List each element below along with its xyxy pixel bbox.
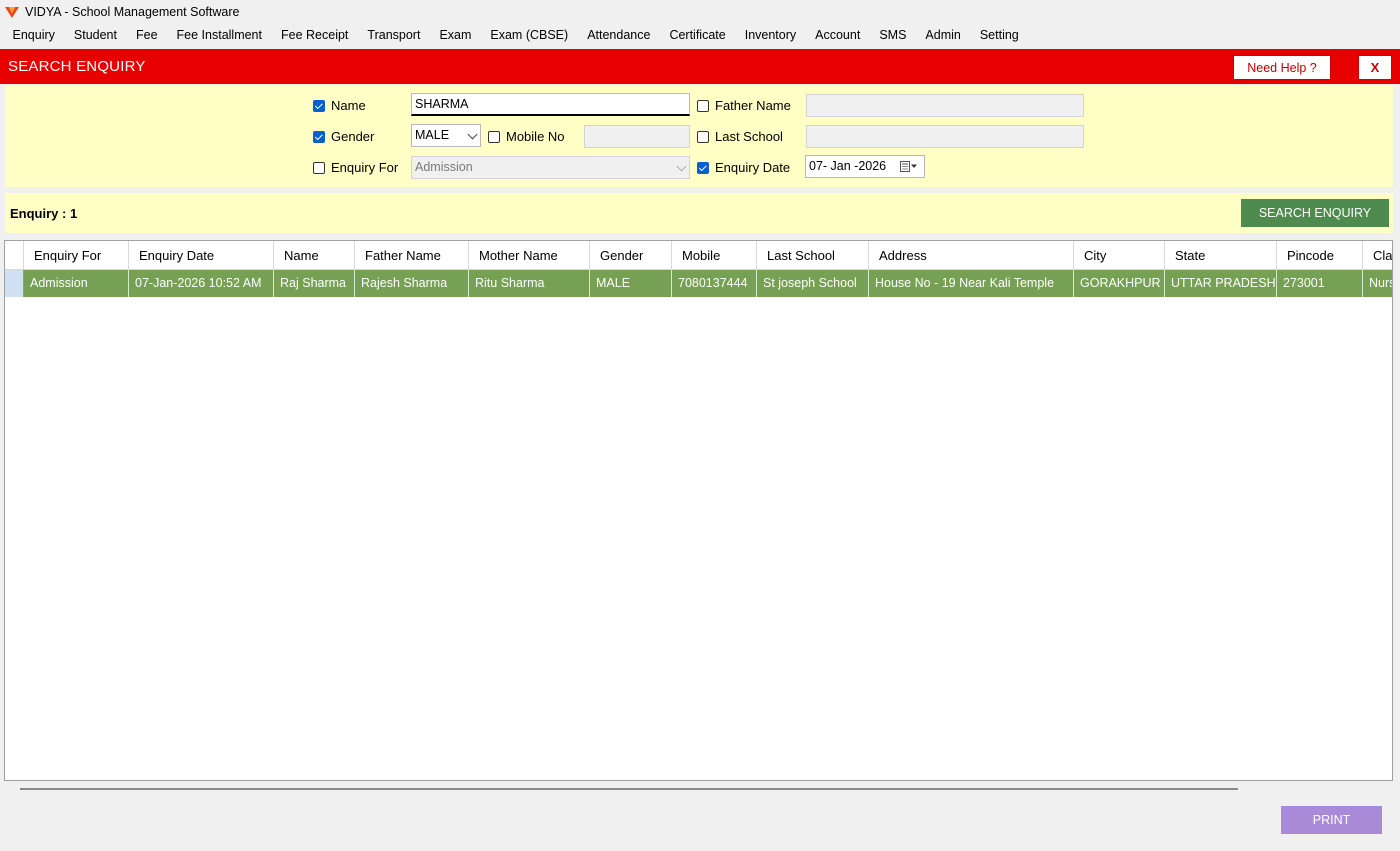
- need-help-button[interactable]: Need Help ?: [1233, 55, 1331, 80]
- name-checkbox[interactable]: Name: [313, 98, 366, 113]
- menu-fee-installment[interactable]: Fee Installment: [167, 23, 271, 48]
- column-header[interactable]: Mobile: [672, 241, 757, 269]
- menu-account[interactable]: Account: [806, 23, 870, 48]
- menu-certificate[interactable]: Certificate: [660, 23, 735, 48]
- window-title: VIDYA - School Management Software: [25, 4, 240, 19]
- column-header[interactable]: Father Name: [355, 241, 469, 269]
- table-cell[interactable]: GORAKHPUR: [1074, 270, 1165, 297]
- gender-checkbox[interactable]: Gender: [313, 129, 374, 144]
- close-button[interactable]: X: [1358, 55, 1392, 80]
- menu-setting[interactable]: Setting: [970, 23, 1028, 48]
- table-cell[interactable]: Rajesh Sharma: [355, 270, 469, 297]
- menu-sms[interactable]: SMS: [870, 23, 916, 48]
- column-header[interactable]: City: [1074, 241, 1165, 269]
- last-school-checkbox[interactable]: Last School: [697, 129, 783, 144]
- mobile-no-input[interactable]: [584, 125, 690, 148]
- calendar-dropdown-icon[interactable]: [900, 161, 918, 172]
- table-cell[interactable]: St joseph School: [757, 270, 869, 297]
- table-header: Enquiry For Enquiry Date Name Father Nam…: [5, 241, 1392, 270]
- menu-inventory[interactable]: Inventory: [735, 23, 805, 48]
- page-title: SEARCH ENQUIRY: [8, 58, 146, 75]
- table-cell[interactable]: 07-Jan-2026 10:52 AM: [129, 270, 274, 297]
- checkbox-checked-icon: [697, 161, 709, 174]
- checkbox-unchecked-icon: [488, 130, 500, 143]
- search-enquiry-button[interactable]: SEARCH ENQUIRY: [1241, 199, 1389, 227]
- print-button[interactable]: PRINT: [1281, 806, 1382, 834]
- enquiry-for-value: Admission: [415, 160, 473, 174]
- filter-panel: Name SHARMA Father Name Gender MALE Mobi…: [5, 86, 1393, 187]
- menu-transport[interactable]: Transport: [358, 23, 430, 48]
- menu-fee-receipt[interactable]: Fee Receipt: [272, 23, 358, 48]
- menu-fee[interactable]: Fee: [126, 23, 167, 48]
- column-header[interactable]: Enquiry Date: [129, 241, 274, 269]
- enquiry-table: Enquiry For Enquiry Date Name Father Nam…: [4, 240, 1393, 781]
- table-cell[interactable]: Nursery: [1363, 270, 1392, 297]
- vidya-logo-icon: [5, 6, 19, 18]
- father-name-input[interactable]: [806, 94, 1084, 117]
- scrollbar-thumb[interactable]: [20, 788, 1238, 790]
- checkbox-checked-icon: [313, 99, 325, 112]
- checkbox-checked-icon: [313, 130, 325, 143]
- name-input[interactable]: SHARMA: [411, 93, 690, 116]
- gender-value: MALE: [415, 128, 450, 142]
- column-header[interactable]: Last School: [757, 241, 869, 269]
- horizontal-scrollbar[interactable]: [4, 781, 1393, 797]
- checkbox-unchecked-icon: [313, 161, 325, 174]
- table-cell[interactable]: Admission: [24, 270, 129, 297]
- enquiry-count: Enquiry : 1: [10, 206, 78, 221]
- column-header[interactable]: Pincode: [1277, 241, 1363, 269]
- table-cell[interactable]: MALE: [590, 270, 672, 297]
- enquiry-date-label: Enquiry Date: [715, 160, 791, 175]
- table-cell[interactable]: Ritu Sharma: [469, 270, 590, 297]
- column-header[interactable]: Enquiry For: [24, 241, 129, 269]
- checkbox-unchecked-icon: [697, 99, 709, 112]
- gender-label: Gender: [331, 129, 375, 144]
- table-cell[interactable]: UTTAR PRADESH: [1165, 270, 1277, 297]
- column-header[interactable]: Gender: [590, 241, 672, 269]
- summary-bar: Enquiry : 1 SEARCH ENQUIRY: [5, 193, 1393, 233]
- column-header[interactable]: Name: [274, 241, 355, 269]
- row-selector[interactable]: [5, 270, 24, 297]
- page-header: SEARCH ENQUIRY Need Help ? X: [0, 49, 1400, 84]
- enquiry-for-checkbox[interactable]: Enquiry For: [313, 160, 398, 175]
- chevron-down-icon: [676, 161, 687, 172]
- last-school-label: Last School: [715, 129, 783, 144]
- menu-exam[interactable]: Exam: [430, 23, 481, 48]
- enquiry-date-value: 07- Jan -2026: [809, 159, 887, 173]
- menu-enquiry[interactable]: Enquiry: [3, 23, 64, 48]
- enquiry-date-picker[interactable]: 07- Jan -2026: [805, 155, 925, 178]
- enquiry-date-checkbox[interactable]: Enquiry Date: [697, 160, 790, 175]
- table-cell[interactable]: House No - 19 Near Kali Temple: [869, 270, 1074, 297]
- chevron-down-icon: [467, 129, 478, 140]
- name-label: Name: [331, 98, 366, 113]
- menu-bar: Enquiry Student Fee Fee Installment Fee …: [0, 23, 1400, 48]
- table-cell[interactable]: Raj Sharma: [274, 270, 355, 297]
- table-row[interactable]: Admission 07-Jan-2026 10:52 AM Raj Sharm…: [5, 270, 1392, 297]
- menu-attendance[interactable]: Attendance: [578, 23, 660, 48]
- last-school-input[interactable]: [806, 125, 1084, 148]
- column-header[interactable]: Class: [1363, 241, 1392, 269]
- column-header[interactable]: Address: [869, 241, 1074, 269]
- column-header[interactable]: Mother Name: [469, 241, 590, 269]
- menu-student[interactable]: Student: [64, 23, 126, 48]
- table-cell[interactable]: 7080137444: [672, 270, 757, 297]
- enquiry-for-select[interactable]: Admission: [411, 156, 690, 179]
- mobile-no-label: Mobile No: [506, 129, 565, 144]
- row-selector-header[interactable]: [5, 241, 24, 269]
- menu-exam-cbse[interactable]: Exam (CBSE): [481, 23, 578, 48]
- father-name-checkbox[interactable]: Father Name: [697, 98, 791, 113]
- menu-admin[interactable]: Admin: [916, 23, 970, 48]
- checkbox-unchecked-icon: [697, 130, 709, 143]
- father-name-label: Father Name: [715, 98, 791, 113]
- table-cell[interactable]: 273001: [1277, 270, 1363, 297]
- column-header[interactable]: State: [1165, 241, 1277, 269]
- mobile-no-checkbox[interactable]: Mobile No: [488, 129, 565, 144]
- gender-select[interactable]: MALE: [411, 124, 481, 147]
- title-bar: VIDYA - School Management Software: [0, 0, 1400, 23]
- enquiry-for-label: Enquiry For: [331, 160, 399, 175]
